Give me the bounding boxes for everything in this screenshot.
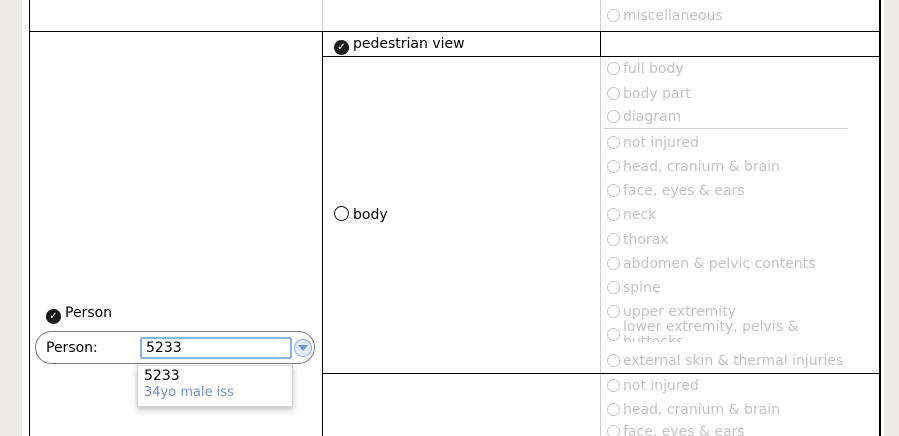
column-divider — [322, 32, 323, 436]
radio-icon — [607, 305, 620, 318]
option-face-eyes-ears-2[interactable]: face, eyes & ears — [607, 424, 745, 436]
radio-icon — [607, 62, 620, 75]
option-head-cranium-brain[interactable]: head, cranium & brain — [607, 159, 780, 176]
body-option[interactable]: body — [334, 206, 388, 224]
suggestion-id: 5233 — [144, 368, 180, 384]
option-full-body[interactable]: full body — [607, 61, 684, 78]
row-divider-pedestrian — [322, 56, 880, 57]
option-lower-extremity[interactable]: lower extremity, pelvis & buttocks — [607, 320, 847, 342]
pedestrian-view-option[interactable]: ✓ pedestrian view — [334, 35, 465, 55]
option-thorax[interactable]: thorax — [607, 232, 669, 249]
radio-icon — [607, 110, 620, 123]
radio-icon — [607, 379, 620, 392]
chevron-down-icon — [298, 345, 308, 351]
suggestion-description: 34yo male iss — [144, 385, 234, 400]
table-right-border — [879, 0, 881, 436]
radio-icon — [334, 206, 349, 221]
person-field: Person: — [35, 331, 315, 364]
radio-icon — [607, 425, 620, 436]
option-spine[interactable]: spine — [607, 280, 661, 297]
radio-icon — [607, 160, 620, 173]
radio-icon — [607, 136, 620, 149]
dropdown-button[interactable] — [294, 339, 312, 357]
option-abdomen-pelvic[interactable]: abdomen & pelvic contents — [607, 256, 815, 273]
option-face-eyes-ears[interactable]: face, eyes & ears — [607, 183, 745, 200]
option-body-part[interactable]: body part — [607, 86, 691, 103]
options-separator — [604, 128, 848, 129]
radio-icon — [607, 328, 620, 341]
header-cell-divider — [600, 32, 601, 57]
row-divider-body — [322, 373, 880, 374]
table-left-border — [29, 0, 30, 436]
radio-icon — [607, 281, 620, 294]
person-input[interactable] — [140, 337, 292, 359]
column-divider-top — [322, 0, 323, 31]
autocomplete-suggestion[interactable]: 5233 34yo male iss — [137, 365, 293, 407]
option-neck[interactable]: neck — [607, 207, 656, 224]
radio-icon — [607, 208, 620, 221]
row-divider-top — [29, 31, 880, 32]
options-divider-top — [600, 0, 601, 31]
radio-icon — [607, 87, 620, 100]
option-diagram[interactable]: diagram — [607, 109, 681, 126]
options-divider-bottom — [600, 374, 601, 436]
options-divider-body — [600, 57, 601, 373]
option-upper-extremity[interactable]: upper extremity — [607, 304, 736, 321]
checkmark-icon: ✓ — [46, 309, 61, 324]
radio-icon — [607, 257, 620, 270]
radio-icon — [607, 184, 620, 197]
option-not-injured[interactable]: not injured — [607, 135, 699, 152]
radio-icon — [607, 233, 620, 246]
radio-icon — [607, 9, 620, 22]
form-page: miscellaneous ✓ pedestrian view body full… — [0, 0, 899, 436]
checkmark-icon: ✓ — [334, 40, 349, 55]
person-option[interactable]: ✓ Person — [46, 304, 112, 324]
option-not-injured-2[interactable]: not injured — [607, 378, 699, 395]
option-miscellaneous[interactable]: miscellaneous — [607, 8, 723, 25]
option-external-skin[interactable]: external skin & thermal injuries — [607, 353, 843, 370]
person-field-label: Person: — [46, 340, 98, 356]
radio-icon — [607, 354, 620, 367]
radio-icon — [607, 403, 620, 416]
option-head-cranium-brain-2[interactable]: head, cranium & brain — [607, 402, 780, 419]
